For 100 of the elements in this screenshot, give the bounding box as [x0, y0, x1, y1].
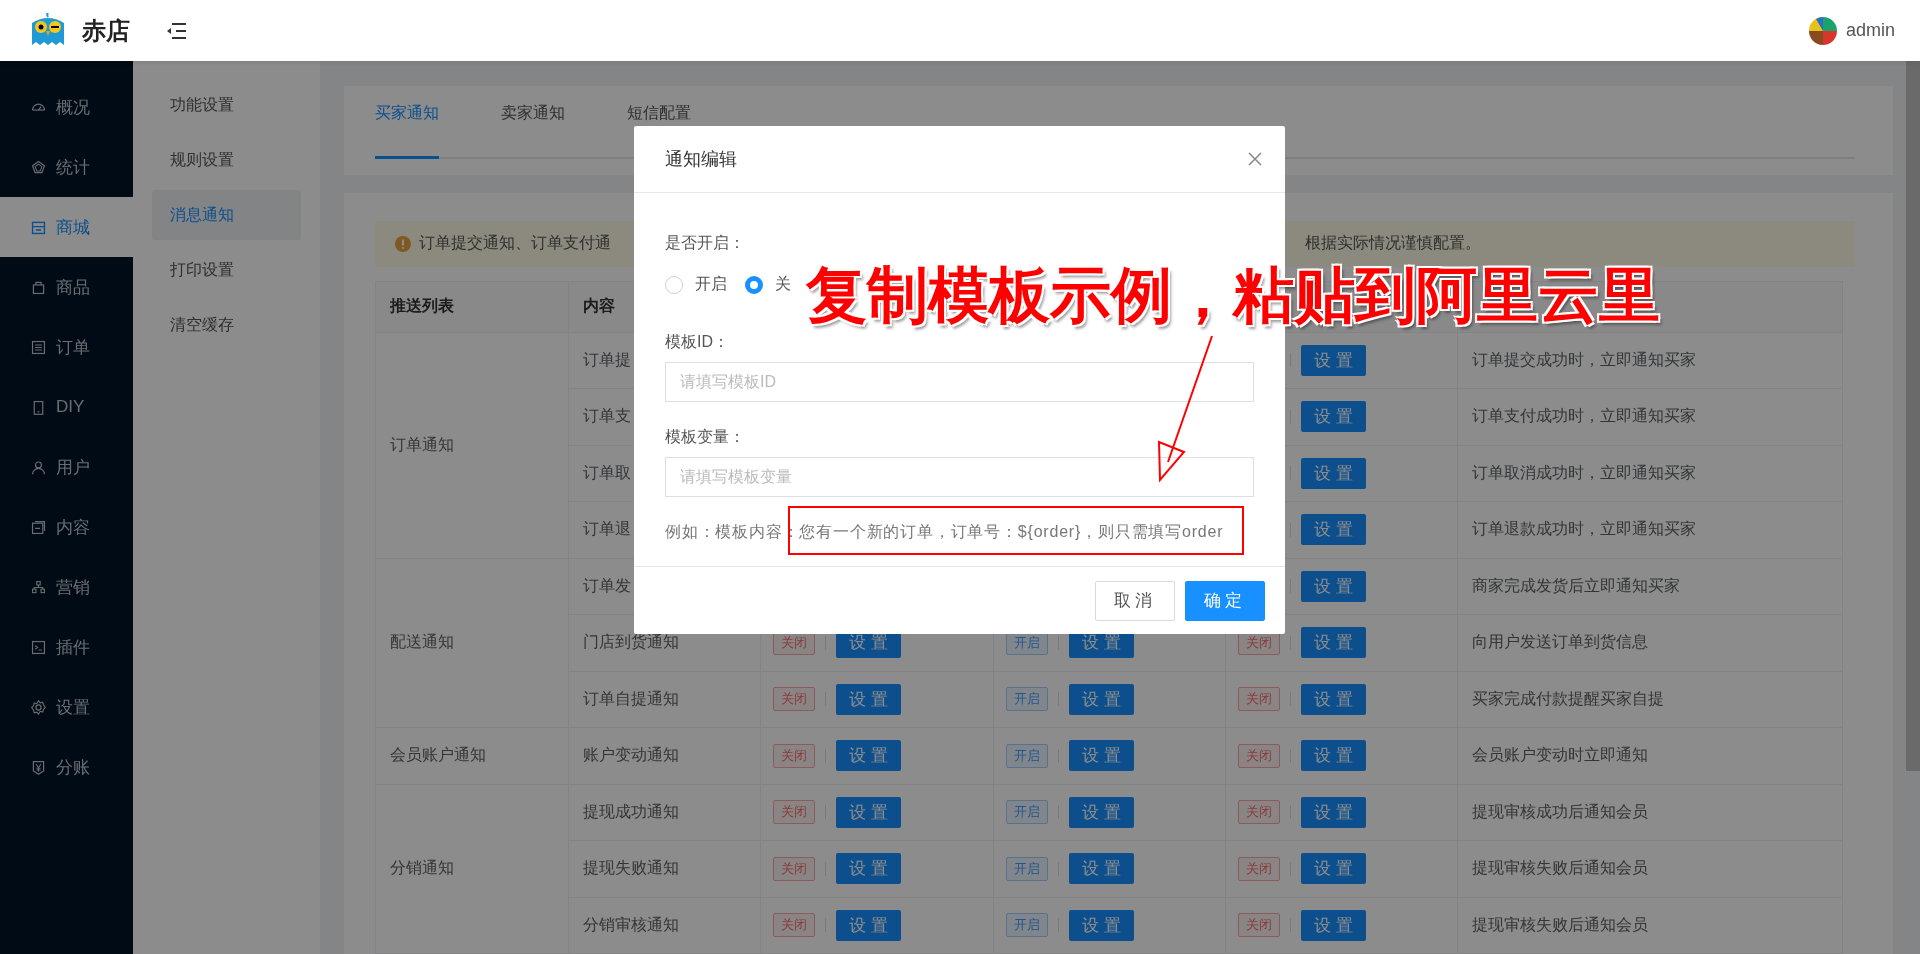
user-name[interactable]: admin [1845, 20, 1895, 41]
settings-button[interactable]: 设置 [1301, 627, 1366, 659]
settings-button[interactable]: 设置 [1069, 909, 1134, 941]
field-label: 模板变量： [665, 427, 745, 447]
settings-button[interactable]: 设置 [1301, 570, 1366, 602]
status-tag: 关闭 [773, 800, 815, 825]
table-cell: 账户变动通知 [568, 727, 761, 784]
table-cell: 向用户发送订单到货信息 [1457, 614, 1843, 671]
table-cell: 提现成功通知 [568, 784, 761, 841]
table-cell: 订单取消成功时，立即通知买家 [1457, 445, 1843, 502]
terminal-icon [30, 638, 47, 656]
table-cell: 提现审核失败后通知会员 [1457, 897, 1843, 954]
table-cell: 订单自提通知 [568, 671, 761, 728]
submenu-item[interactable]: 规则设置 [152, 135, 301, 185]
input-field[interactable]: 请填写模板ID [665, 362, 1254, 402]
status-tag: 关闭 [773, 743, 815, 768]
settings-button[interactable]: 设置 [1301, 683, 1366, 715]
list-icon [30, 338, 47, 356]
sidebar-item[interactable]: 概况 [0, 77, 133, 137]
sidebar-item[interactable]: 内容 [0, 497, 133, 557]
alert-text: 订单提交通知、订单支付通 [419, 233, 611, 253]
pentagon-icon [30, 158, 47, 176]
settings-button[interactable]: 设置 [1301, 796, 1366, 828]
sidebar-item[interactable]: 设置 [0, 677, 133, 737]
settings-button[interactable]: 设置 [1069, 853, 1134, 885]
yen-icon [30, 758, 47, 776]
status-tag: 开启 [1006, 913, 1048, 938]
sidebar-item[interactable]: 用户 [0, 437, 133, 497]
submenu-item[interactable]: 清空缓存 [152, 300, 301, 350]
settings-button[interactable]: 设置 [1301, 344, 1366, 376]
settings-button[interactable]: 设置 [1301, 740, 1366, 772]
status-tag: 开启 [1006, 687, 1048, 712]
tab[interactable]: 买家通知 [375, 102, 439, 159]
input-field[interactable]: 请填写模板变量 [665, 457, 1254, 497]
settings-button[interactable]: 设置 [1069, 796, 1134, 828]
sidebar-item[interactable]: 分账 [0, 737, 133, 797]
sitemap-icon [30, 578, 47, 596]
user-icon [30, 458, 47, 476]
submenu-item[interactable]: 功能设置 [152, 80, 301, 130]
confirm-button[interactable]: 确定 [1185, 580, 1265, 621]
table-cell: 订单支付成功时，立即通知买家 [1457, 388, 1843, 445]
table-cell: 买家完成付款提醒买家自提 [1457, 671, 1843, 728]
sidebar-item[interactable]: 商城 [0, 197, 133, 257]
settings-button[interactable]: 设置 [1301, 514, 1366, 546]
settings-button[interactable]: 设置 [836, 853, 901, 885]
settings-button[interactable]: 设置 [836, 909, 901, 941]
submenu-item[interactable]: 消息通知 [152, 190, 301, 240]
status-tag: 关闭 [1238, 687, 1280, 712]
table-cell: 配送通知 [375, 558, 569, 728]
status-tag: 关闭 [1238, 913, 1280, 938]
table-cell: 分销审核通知 [568, 897, 761, 954]
cancel-button[interactable]: 取消 [1095, 580, 1175, 621]
table-cell: 商家完成发货后立即通知买家 [1457, 558, 1843, 615]
status-tag: 开启 [1006, 743, 1048, 768]
annotation-text: 复制模板示例，粘贴到阿里云里 [806, 262, 1660, 330]
status-tag: 关闭 [773, 687, 815, 712]
field-label: 是否开启： [665, 233, 745, 253]
sidebar-item[interactable]: 插件 [0, 617, 133, 677]
settings-icon [30, 698, 47, 716]
table-cell: 会员账户变动时立即通知 [1457, 727, 1843, 784]
settings-button[interactable]: 设置 [836, 740, 901, 772]
status-tag: 关闭 [1238, 856, 1280, 881]
table-cell: 订单退款成功时，立即通知买家 [1457, 501, 1843, 558]
status-tag: 关闭 [1238, 743, 1280, 768]
settings-button[interactable]: 设置 [1301, 853, 1366, 885]
table-cell: 订单提交成功时，立即通知买家 [1457, 332, 1843, 389]
tab[interactable]: 卖家通知 [501, 102, 565, 159]
field-label: 模板ID： [665, 332, 729, 352]
column-header: 推送列表 [375, 281, 569, 332]
submenu-item[interactable]: 打印设置 [152, 245, 301, 295]
settings-button[interactable]: 设置 [1069, 740, 1134, 772]
table-cell: 提现审核成功后通知会员 [1457, 784, 1843, 841]
sidebar-item[interactable]: DIY [0, 377, 133, 437]
settings-button[interactable]: 设置 [1301, 401, 1366, 433]
table-cell: 提现失败通知 [568, 840, 761, 897]
dialog-title: 通知编辑 [665, 148, 737, 171]
sidebar-item[interactable]: 订单 [0, 317, 133, 377]
window-icon [30, 518, 47, 536]
avatar-icon[interactable] [1807, 15, 1838, 46]
settings-button[interactable]: 设置 [836, 683, 901, 715]
scrollbar[interactable] [1906, 61, 1920, 771]
table-cell: 会员账户通知 [375, 727, 569, 784]
alert-text: 根据实际情况谨慎配置。 [1305, 233, 1481, 253]
settings-button[interactable]: 设置 [1069, 683, 1134, 715]
sidebar-item[interactable]: 商品 [0, 257, 133, 317]
sidebar-item[interactable]: 营销 [0, 557, 133, 617]
settings-button[interactable]: 设置 [836, 796, 901, 828]
status-tag: 开启 [1006, 856, 1048, 881]
status-tag: 开启 [1006, 800, 1048, 825]
status-tag: 关闭 [773, 913, 815, 938]
status-tag: 关闭 [1238, 800, 1280, 825]
close-icon[interactable] [1247, 151, 1263, 167]
status-tag: 关闭 [773, 856, 815, 881]
settings-button[interactable]: 设置 [1301, 909, 1366, 941]
sidebar-item[interactable]: 统计 [0, 137, 133, 197]
table-cell: 分销通知 [375, 784, 569, 954]
warning-icon [395, 235, 411, 252]
settings-button[interactable]: 设置 [1301, 457, 1366, 489]
table-cell: 订单通知 [375, 332, 569, 558]
table-cell: 提现审核失败后通知会员 [1457, 840, 1843, 897]
